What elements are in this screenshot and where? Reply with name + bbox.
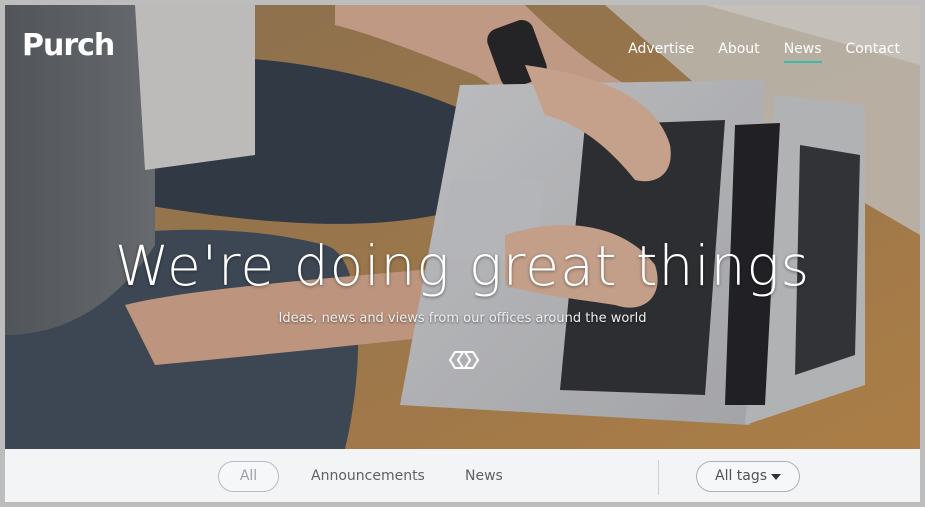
nav-item-contact[interactable]: Contact (846, 41, 900, 57)
main-nav: Advertise About News Contact (628, 41, 900, 63)
filter-divider (658, 460, 659, 495)
nav-item-news[interactable]: News (783, 41, 822, 63)
nav-item-about[interactable]: About (718, 41, 759, 57)
hero-subheadline: Ideas, news and views from our offices a… (278, 311, 647, 326)
filter-announcements-link[interactable]: Announcements (311, 461, 425, 492)
hero-banner: Purch Advertise About News Contact We're… (5, 5, 920, 449)
nav-item-advertise[interactable]: Advertise (628, 41, 694, 57)
tags-dropdown[interactable]: All tags (696, 461, 800, 492)
hero-headline: We're doing great things (114, 234, 811, 298)
linked-rings-icon (448, 351, 480, 369)
filter-all-button[interactable]: All (218, 461, 279, 492)
purch-logo[interactable]: Purch (22, 30, 115, 62)
caret-down-icon (771, 474, 781, 480)
page-frame: Purch Advertise About News Contact We're… (5, 5, 920, 502)
filter-bar: All Announcements News All tags (5, 449, 920, 502)
filter-news-link[interactable]: News (465, 461, 503, 492)
tags-dropdown-label: All tags (715, 468, 768, 484)
hero-overlay (5, 5, 920, 449)
